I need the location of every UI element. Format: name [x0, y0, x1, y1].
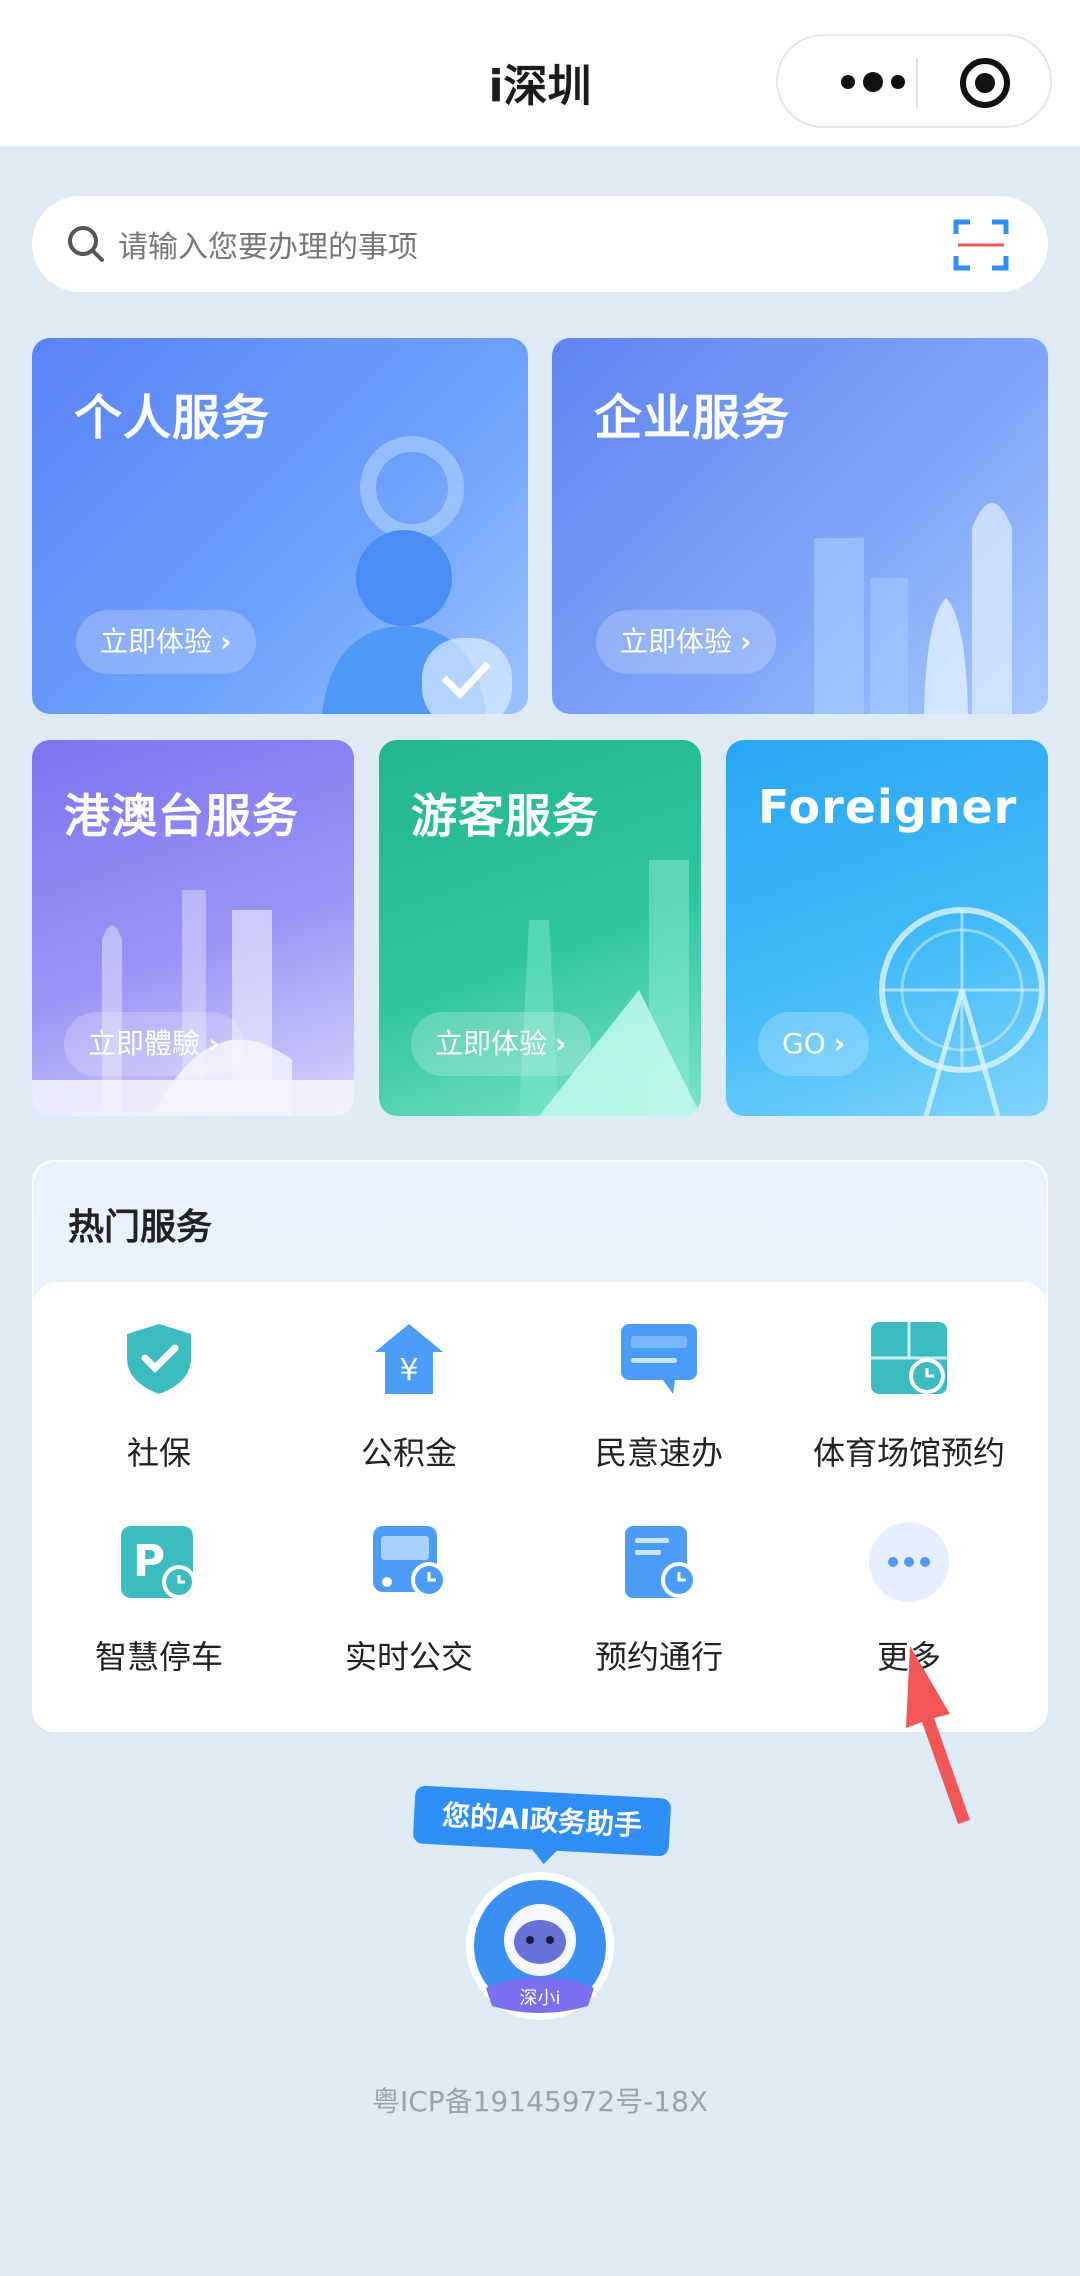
chevron-right-icon: › — [740, 625, 752, 658]
svg-text:P: P — [133, 1536, 165, 1587]
card-title: Foreigner — [758, 780, 1018, 834]
card-title: 企业服务 — [594, 390, 791, 446]
service-label: 实时公交 — [344, 1638, 473, 1676]
document-clock-icon — [625, 1526, 697, 1598]
service-label: 智慧停车 — [94, 1638, 223, 1676]
mini-program-capsule — [776, 34, 1052, 128]
more-icon — [869, 1522, 949, 1602]
try-now-button[interactable]: 立即体验 › — [76, 610, 256, 674]
capsule-divider — [916, 58, 918, 108]
avatar-label: 深小i — [519, 1988, 560, 2009]
try-now-button[interactable]: 立即体验 › — [596, 610, 776, 674]
top-bar: i深圳 — [0, 0, 1080, 147]
button-label: 立即体验 — [435, 1027, 548, 1060]
chevron-right-icon: › — [208, 1027, 220, 1060]
scan-icon[interactable] — [952, 216, 1010, 274]
stadium-clock-icon — [871, 1322, 947, 1394]
button-label: 立即体验 — [100, 625, 213, 658]
service-label: 预约通行 — [594, 1638, 723, 1676]
service-label: 社保 — [126, 1434, 191, 1472]
card-company-service[interactable]: 企业服务 立即体验 › — [552, 338, 1048, 714]
card-title: 个人服务 — [74, 390, 271, 446]
search-icon — [68, 226, 104, 262]
search-bar[interactable]: 请输入您要办理的事项 — [32, 196, 1048, 292]
try-now-button[interactable]: 立即体验 › — [411, 1012, 591, 1076]
bus-clock-icon — [373, 1526, 447, 1598]
service-label: 体育场馆预约 — [812, 1434, 1005, 1472]
chevron-right-icon: › — [833, 1027, 846, 1060]
card-foreigner-service[interactable]: Foreigner GO › — [726, 740, 1048, 1116]
service-realtime-bus[interactable]: 实时公交 — [284, 1486, 534, 1686]
svg-text:¥: ¥ — [399, 1353, 418, 1388]
target-close-icon[interactable] — [958, 56, 1012, 110]
chat-bubble-icon — [621, 1324, 697, 1394]
card-title: 港澳台服务 — [64, 789, 299, 843]
more-dots-icon[interactable] — [818, 60, 928, 104]
icp-footer: 粤ICP备19145972号-18X — [371, 2085, 709, 2118]
service-pass-booking[interactable]: 预约通行 — [534, 1486, 784, 1686]
go-button[interactable]: GO › — [758, 1012, 870, 1076]
ai-assistant-avatar[interactable]: 深小i — [464, 1870, 616, 2022]
button-label: 立即体验 — [620, 625, 733, 658]
section-title: 热门服务 — [68, 1207, 213, 1248]
service-stadium-booking[interactable]: 体育场馆预约 — [784, 1282, 1034, 1482]
service-smart-parking[interactable]: P 智慧停车 — [34, 1486, 284, 1686]
try-now-button[interactable]: 立即體驗 › — [64, 1012, 244, 1076]
service-public-opinion[interactable]: 民意速办 — [534, 1282, 784, 1482]
card-hk-macao-taiwan-service[interactable]: 港澳台服务 立即體驗 › — [32, 740, 354, 1116]
service-label: 民意速办 — [594, 1434, 723, 1472]
house-yuan-icon: ¥ — [375, 1324, 443, 1394]
red-arrow-annotation — [906, 1646, 970, 1824]
search-placeholder: 请输入您要办理的事项 — [118, 230, 418, 265]
service-housing-fund[interactable]: ¥ 公积金 — [284, 1282, 534, 1482]
ai-assistant-bubble[interactable]: 您的AI政务助手 — [412, 1785, 672, 1857]
card-tourist-service[interactable]: 游客服务 立即体验 › — [379, 740, 701, 1116]
parking-icon: P — [121, 1526, 196, 1599]
button-label: 立即體驗 — [88, 1027, 201, 1060]
card-personal-service[interactable]: 个人服务 立即体验 › — [32, 338, 528, 714]
service-social-security[interactable]: 社保 — [34, 1282, 284, 1482]
chevron-right-icon: › — [555, 1027, 567, 1060]
chevron-right-icon: › — [220, 625, 232, 658]
shield-check-icon — [127, 1324, 191, 1394]
card-title: 游客服务 — [411, 789, 599, 843]
service-label: 公积金 — [360, 1434, 457, 1472]
button-label: GO — [782, 1027, 826, 1060]
